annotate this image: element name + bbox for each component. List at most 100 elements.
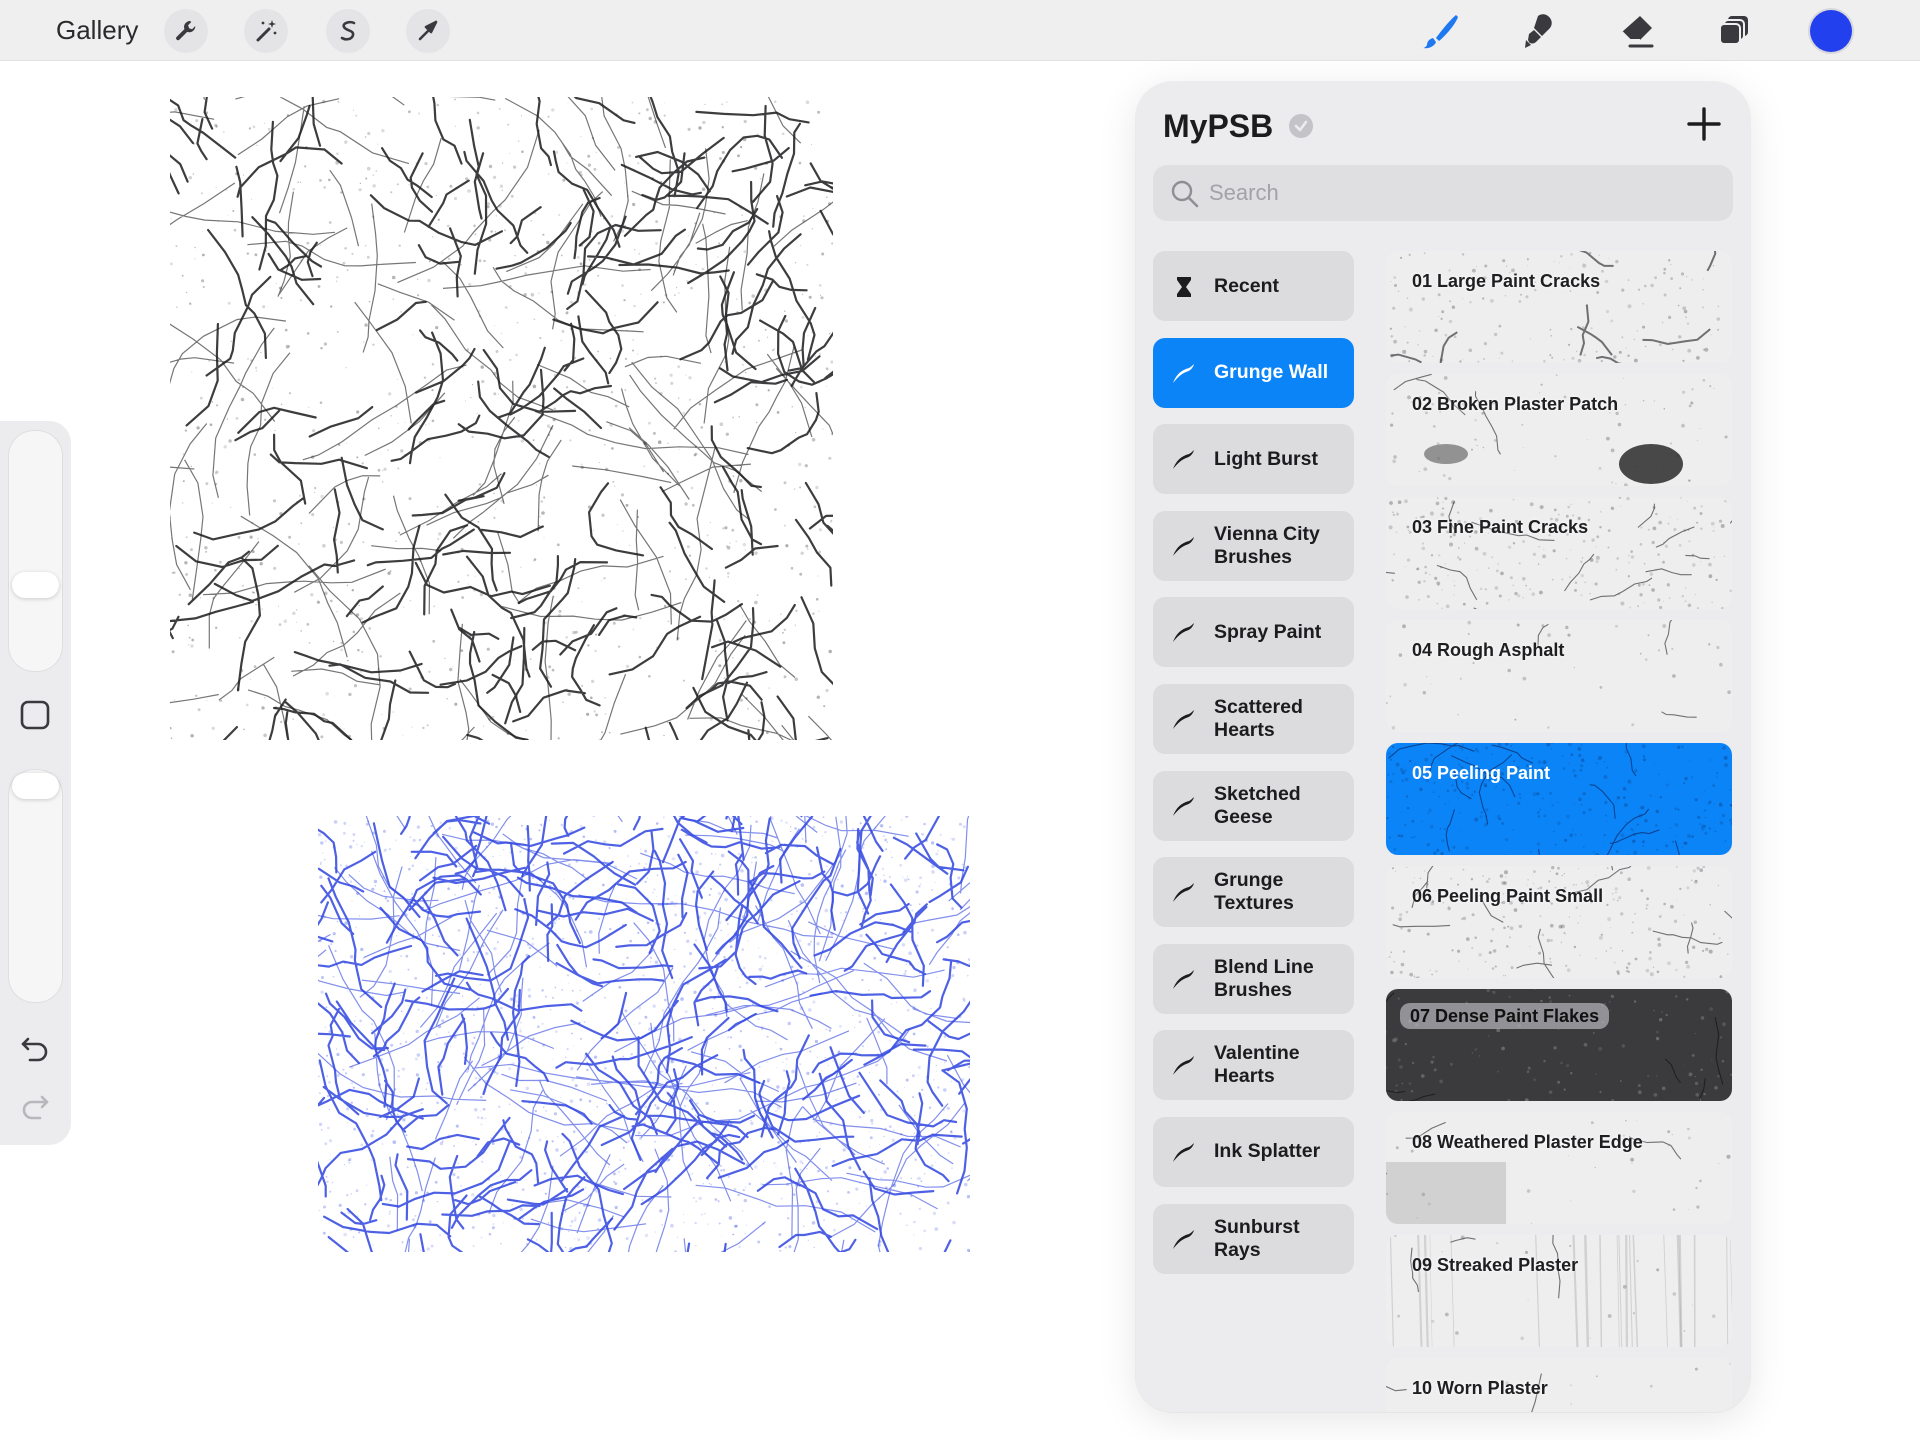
brush-set-label: Sunburst Rays	[1214, 1215, 1300, 1261]
brush-label: 02 Broken Plaster Patch	[1412, 394, 1619, 414]
brush-label: 06 Peeling Paint Small	[1412, 886, 1604, 906]
smudge-tool[interactable]	[1516, 8, 1562, 54]
brush-set-item[interactable]: Scattered Hearts	[1153, 683, 1354, 754]
brush-set-item[interactable]: Sketched Geese	[1153, 770, 1354, 841]
brush-set-item[interactable]: Grunge Textures	[1153, 857, 1354, 928]
brush-set-label: Ink Splatter	[1214, 1140, 1321, 1163]
checkmark-badge-icon	[1289, 114, 1313, 138]
eraser-tool[interactable]	[1614, 8, 1660, 54]
brush-stroke-icon	[1173, 536, 1194, 556]
brush-set-list: Recent Grunge Wall Light Burst Vienna City …	[1153, 251, 1354, 1290]
brush-stroke-icon	[1173, 709, 1194, 729]
brush-item[interactable]: 06 Peeling Paint Small	[1386, 866, 1732, 978]
brush-size-slider[interactable]	[8, 430, 63, 672]
brush-preview-texture	[1386, 743, 1732, 855]
selection-s-icon	[340, 20, 356, 41]
magic-wand-icon	[256, 20, 277, 42]
brush-stroke-icon	[1173, 623, 1194, 643]
brush-preview-texture	[1386, 251, 1732, 363]
brush-item[interactable]: 10 Worn Plaster	[1386, 1358, 1732, 1412]
brush-library-panel: MyPSB Recent Grunge Wall Light Burst Vienna…	[1136, 82, 1750, 1412]
brush-set-item[interactable]: Sunburst Rays	[1153, 1203, 1354, 1274]
brush-set-item[interactable]: Blend Line Brushes	[1153, 943, 1354, 1014]
brush-set-label: Sketched Geese	[1214, 782, 1301, 828]
brush-list: 01 Large Paint Cracks 02 Broken Plaster P…	[1386, 251, 1732, 1412]
brush-preview-texture	[1386, 866, 1732, 978]
brush-preview-texture	[1386, 620, 1732, 732]
brush-set-label: Spray Paint	[1214, 620, 1322, 643]
procreate-canvas-screen: Gallery MyPSB Search Recent Grunge Wall …	[0, 0, 1920, 1440]
layers-tool[interactable]	[1712, 8, 1758, 54]
brush-preview-texture	[1386, 374, 1732, 486]
actions-button[interactable]	[164, 9, 208, 53]
color-picker-button[interactable]	[1810, 10, 1852, 52]
left-sidebar	[0, 421, 71, 1145]
adjustments-button[interactable]	[244, 9, 288, 53]
brush-item[interactable]: 05 Peeling Paint	[1386, 743, 1732, 855]
brush-stroke-icon	[1173, 1056, 1194, 1076]
brush-library-title: MyPSB	[1163, 108, 1274, 144]
brush-set-label: Recent	[1214, 274, 1280, 297]
brush-label: 09 Streaked Plaster	[1412, 1255, 1579, 1275]
transform-button[interactable]	[406, 9, 450, 53]
brush-search-bar[interactable]	[1153, 165, 1733, 221]
brush-preview-texture	[1386, 1235, 1732, 1347]
brush-label: 01 Large Paint Cracks	[1412, 271, 1601, 291]
brush-preview-texture	[1386, 1112, 1732, 1224]
brush-set-item[interactable]: Ink Splatter	[1153, 1116, 1354, 1187]
brush-label: 05 Peeling Paint	[1412, 763, 1551, 783]
brush-item[interactable]: 07 Dense Paint Flakes	[1386, 989, 1732, 1101]
search-input[interactable]	[1209, 173, 1709, 213]
brush-item[interactable]: 04 Rough Asphalt	[1386, 620, 1732, 732]
brush-opacity-slider[interactable]	[8, 769, 63, 1003]
brush-label: 03 Fine Paint Cracks	[1412, 517, 1589, 537]
undo-icon[interactable]	[18, 1031, 52, 1065]
brush-set-item[interactable]: Spray Paint	[1153, 597, 1354, 668]
brush-opacity-thumb[interactable]	[12, 773, 59, 799]
brush-item[interactable]: 09 Streaked Plaster	[1386, 1235, 1732, 1347]
brush-item[interactable]: 03 Fine Paint Cracks	[1386, 497, 1732, 609]
brush-stroke-icon	[1173, 1229, 1194, 1249]
modify-square-icon[interactable]	[19, 699, 51, 731]
brush-stroke-icon	[1173, 363, 1194, 383]
brush-preview-texture	[1386, 497, 1732, 609]
brush-set-item[interactable]: Light Burst	[1153, 424, 1354, 495]
eraser-icon	[1621, 16, 1654, 48]
brush-label: 07 Dense Paint Flakes	[1400, 1003, 1610, 1029]
brush-set-label: Light Burst	[1214, 447, 1318, 470]
brush-set-item[interactable]: Vienna City Brushes	[1153, 510, 1354, 581]
brush-icon	[1423, 15, 1458, 49]
brush-size-thumb[interactable]	[12, 572, 59, 598]
brush-set-label: Valentine Hearts	[1214, 1042, 1300, 1088]
brush-stroke-icon	[1173, 883, 1194, 903]
smudge-icon	[1525, 14, 1552, 48]
search-icon	[1171, 180, 1199, 208]
brush-set-label: Grunge Textures	[1214, 869, 1294, 915]
brush-stroke-icon	[1173, 969, 1194, 989]
brush-set-item[interactable]: Recent	[1153, 251, 1354, 321]
brush-item[interactable]: 02 Broken Plaster Patch	[1386, 374, 1732, 486]
top-toolbar: Gallery	[0, 0, 1920, 61]
brush-set-label: Grunge Wall	[1214, 361, 1329, 384]
arrow-cursor-icon	[418, 20, 438, 41]
brush-label: 04 Rough Asphalt	[1412, 640, 1565, 660]
brush-set-item[interactable]: Grunge Wall	[1153, 337, 1354, 408]
selection-button[interactable]	[326, 9, 370, 53]
brush-item[interactable]: 08 Weathered Plaster Edge	[1386, 1112, 1732, 1224]
brush-label: 08 Weathered Plaster Edge	[1412, 1132, 1643, 1152]
brush-set-label: Vienna City Brushes	[1214, 522, 1320, 568]
redo-icon[interactable]	[18, 1089, 52, 1123]
layers-icon	[1719, 16, 1748, 45]
brush-tool[interactable]	[1418, 8, 1464, 54]
add-brush-button[interactable]	[1684, 104, 1724, 144]
brush-set-label: Scattered Hearts	[1214, 695, 1303, 741]
brush-stroke-icon	[1173, 450, 1194, 470]
gallery-button[interactable]: Gallery	[56, 14, 138, 46]
brush-stroke-icon	[1173, 1142, 1194, 1162]
brush-set-item[interactable]: Valentine Hearts	[1153, 1030, 1354, 1101]
wrench-icon	[176, 21, 196, 41]
hourglass-icon	[1177, 277, 1191, 297]
canvas-texture-cracks-blue[interactable]	[318, 816, 970, 1252]
brush-item[interactable]: 01 Large Paint Cracks	[1386, 251, 1732, 363]
canvas-texture-cracks-black[interactable]	[170, 97, 833, 740]
